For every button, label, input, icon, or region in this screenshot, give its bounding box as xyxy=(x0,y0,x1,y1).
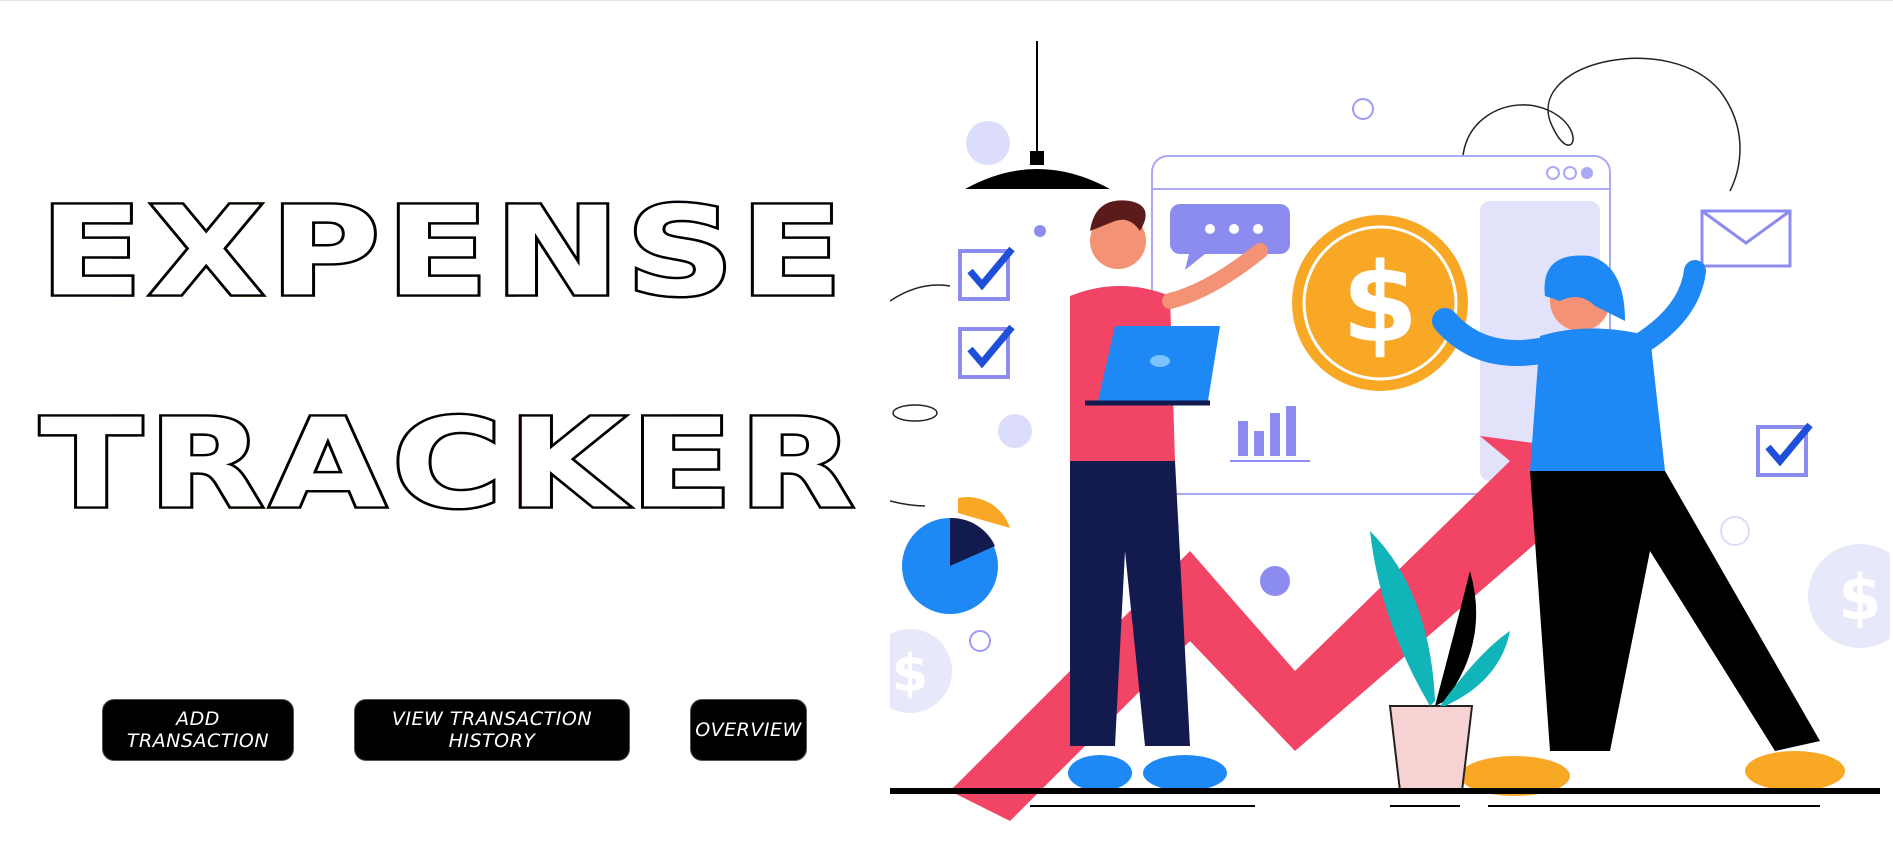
pendant-lamp-icon xyxy=(965,41,1110,189)
decor-circle xyxy=(1034,225,1046,237)
title-line-expense: EXPENSE xyxy=(37,181,849,324)
decor-circle xyxy=(966,121,1010,165)
decor-scribble xyxy=(890,500,926,507)
overview-button[interactable]: OVERVIEW xyxy=(690,699,807,761)
svg-text:$: $ xyxy=(892,644,928,704)
pie-chart-icon xyxy=(902,497,1010,614)
decor-circle xyxy=(1720,516,1750,546)
decor-scribble xyxy=(890,284,951,302)
svg-text:$: $ xyxy=(1838,561,1881,634)
add-transaction-button[interactable]: ADD TRANSACTION xyxy=(102,699,294,761)
decor-circle xyxy=(1352,98,1374,120)
envelope-icon xyxy=(1700,209,1792,268)
floor-line xyxy=(890,788,1880,807)
decor-circle xyxy=(1260,566,1290,596)
decor-scribble xyxy=(892,404,938,422)
decor-circle xyxy=(969,630,991,652)
decor-circle xyxy=(998,414,1032,448)
view-transaction-history-button[interactable]: VIEW TRANSACTION HISTORY xyxy=(354,699,630,761)
svg-text:$: $ xyxy=(1342,239,1419,367)
dollar-coin-icon: $ xyxy=(1292,215,1468,391)
finance-illustration: $ $ $ xyxy=(890,41,1890,821)
title-line-tracker: TRACKER xyxy=(37,393,861,536)
